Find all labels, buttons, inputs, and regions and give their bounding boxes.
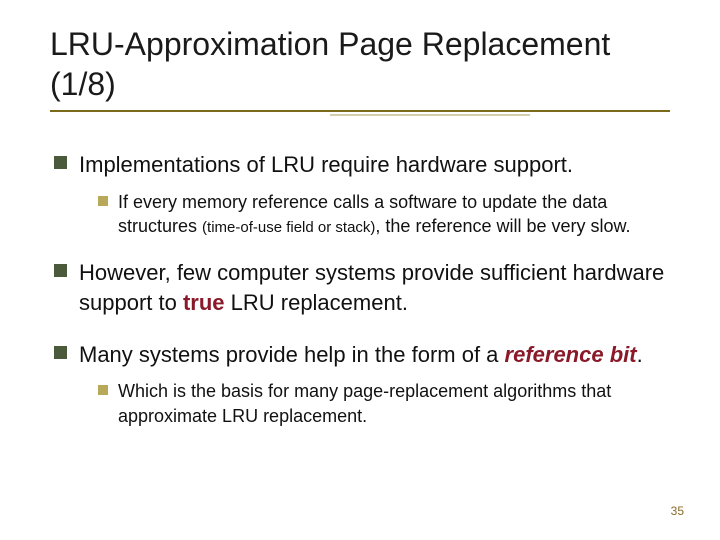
bullet-list: Implementations of LRU require hardware … <box>50 150 670 428</box>
emphasis-red-italic: reference bit <box>505 342 637 367</box>
bullet-level2: Which is the basis for many page-replace… <box>98 379 670 428</box>
bullet-level1: Implementations of LRU require hardware … <box>54 150 670 180</box>
underline-main <box>50 110 670 112</box>
slide: LRU-Approximation Page Replacement (1/8)… <box>0 0 720 540</box>
square-bullet-icon <box>54 264 67 277</box>
spacer <box>54 328 670 340</box>
bullet-text: However, few computer systems provide su… <box>79 258 670 317</box>
bullet-text: If every memory reference calls a softwa… <box>118 190 670 239</box>
underline-shadow <box>330 114 530 116</box>
bullet-level1: Many systems provide help in the form of… <box>54 340 670 370</box>
text-small-segment: (time-of-use field or stack) <box>202 219 375 236</box>
title-underline <box>50 110 670 120</box>
bullet-text: Implementations of LRU require hardware … <box>79 150 573 180</box>
square-bullet-icon <box>98 196 108 206</box>
page-number: 35 <box>671 504 684 518</box>
bullet-text: Which is the basis for many page-replace… <box>118 379 670 428</box>
square-bullet-icon <box>54 346 67 359</box>
square-bullet-icon <box>98 385 108 395</box>
bullet-level1: However, few computer systems provide su… <box>54 258 670 317</box>
text-segment: Many systems provide help in the form of… <box>79 342 505 367</box>
bullet-text: Many systems provide help in the form of… <box>79 340 643 370</box>
square-bullet-icon <box>54 156 67 169</box>
text-segment: . <box>637 342 643 367</box>
emphasis-red: true <box>183 290 225 315</box>
bullet-level2: If every memory reference calls a softwa… <box>98 190 670 239</box>
slide-title: LRU-Approximation Page Replacement (1/8) <box>50 24 670 104</box>
text-segment: LRU replacement. <box>225 290 408 315</box>
title-block: LRU-Approximation Page Replacement (1/8) <box>50 24 670 104</box>
text-segment: , the reference will be very slow. <box>375 216 630 236</box>
